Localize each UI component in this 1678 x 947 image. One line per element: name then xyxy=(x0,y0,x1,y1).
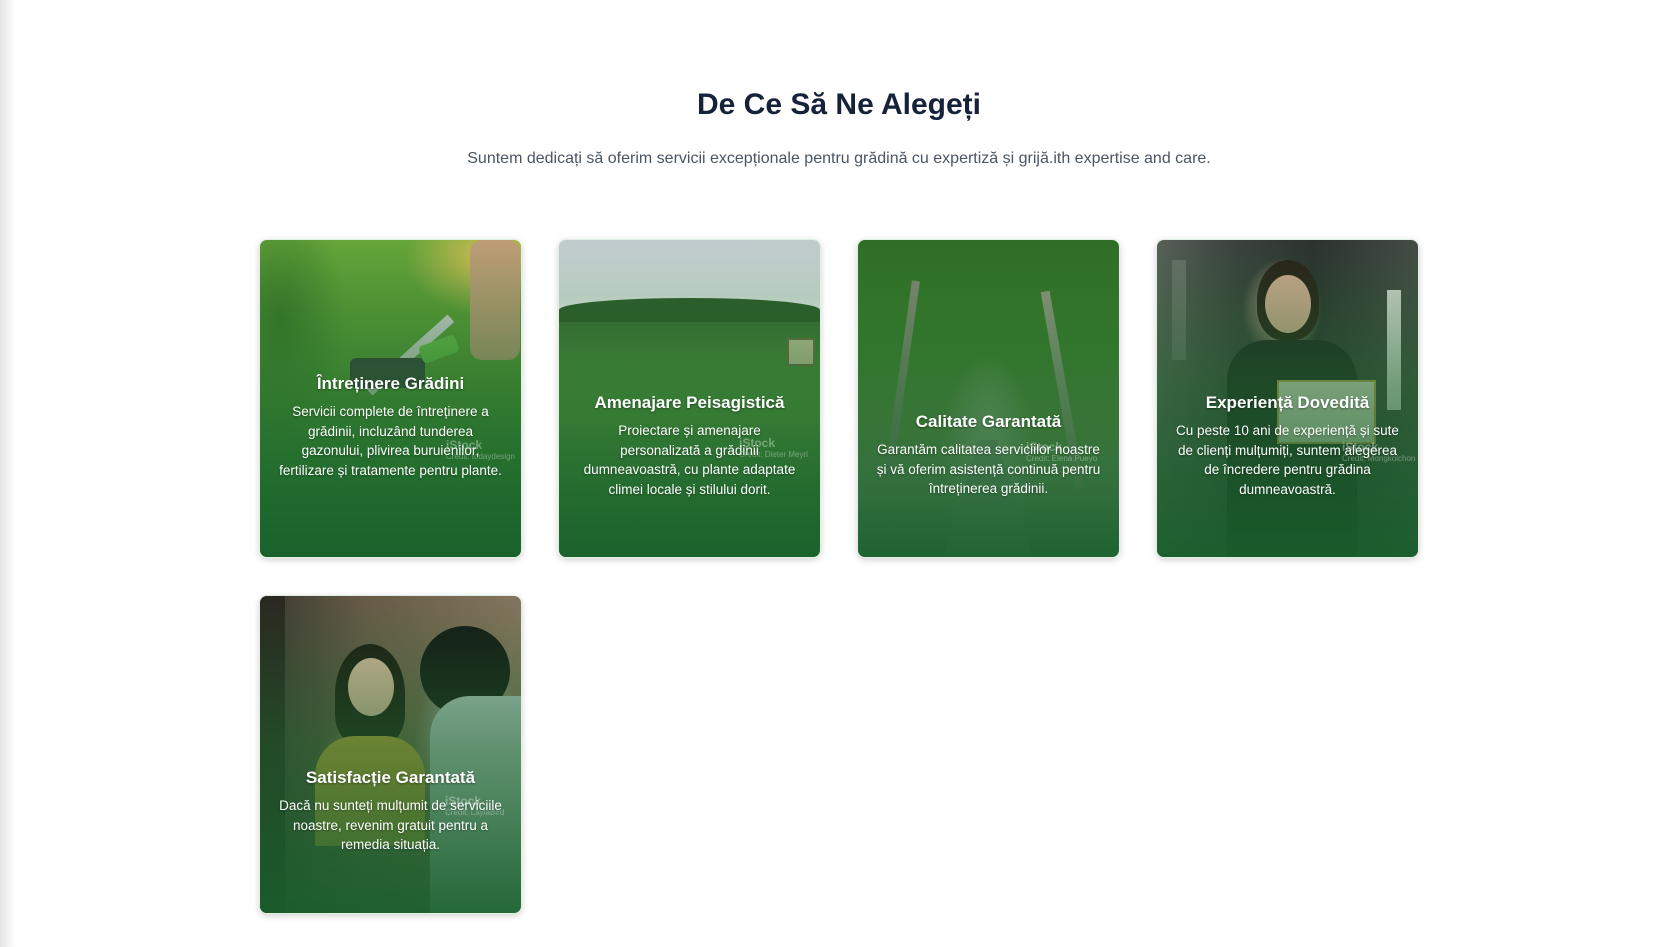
card-overlay xyxy=(858,240,1119,557)
card-title: Amenajare Peisagistică xyxy=(594,393,785,412)
card-description: Dacă nu sunteți mulțumit de serviciile n… xyxy=(279,798,502,852)
feature-card-satisfaction[interactable]: iStock Credit: LaylaBird Satisfacție Gara… xyxy=(259,595,522,914)
card-description: Garantăm calitatea serviciilor noastre ș… xyxy=(876,442,1101,496)
card-content: Satisfacție Garantată Dacă nu sunteți mu… xyxy=(260,768,521,855)
section-subtitle: Suntem dedicați să oferim servicii excep… xyxy=(467,150,1211,167)
card-title: Experiență Dovedită xyxy=(1205,393,1370,412)
feature-card-experience[interactable]: iStock Credit: Mongkolchon Experiență Dov… xyxy=(1156,239,1419,558)
section-title: De Ce Să Ne Alegeți xyxy=(697,88,981,121)
card-content: Calitate Garantată Garantăm calitatea se… xyxy=(858,412,1119,499)
feature-card-landscaping[interactable]: iStock Credit: Dieter Meyrl Amenajare Pei… xyxy=(558,239,821,558)
card-description: Servicii complete de întreținere a grădi… xyxy=(279,404,502,478)
card-title: Calitate Garantată xyxy=(915,412,1062,431)
card-description: Proiectare și amenajare personalizată a … xyxy=(583,423,796,497)
card-content: Întreținere Grădini Servicii complete de… xyxy=(260,374,521,480)
card-content: Experiență Dovedită Cu peste 10 ani de e… xyxy=(1157,393,1418,499)
page: De Ce Să Ne Alegeți Suntem dedicați să o… xyxy=(0,0,1678,947)
feature-card-quality[interactable]: iStock Credit: Elena Pueyo Calitate Garan… xyxy=(857,239,1120,558)
feature-card-garden-maintenance[interactable]: iStock Credit: todaydesign Întreținere Gr… xyxy=(259,239,522,558)
card-overlay xyxy=(260,596,521,913)
card-title: Întreținere Grădini xyxy=(316,374,465,393)
card-content: Amenajare Peisagistică Proiectare și ame… xyxy=(559,393,820,499)
scroll-shadow xyxy=(0,0,16,947)
card-description: Cu peste 10 ani de experiență și sute de… xyxy=(1176,423,1399,497)
card-title: Satisfacție Garantată xyxy=(305,768,476,787)
